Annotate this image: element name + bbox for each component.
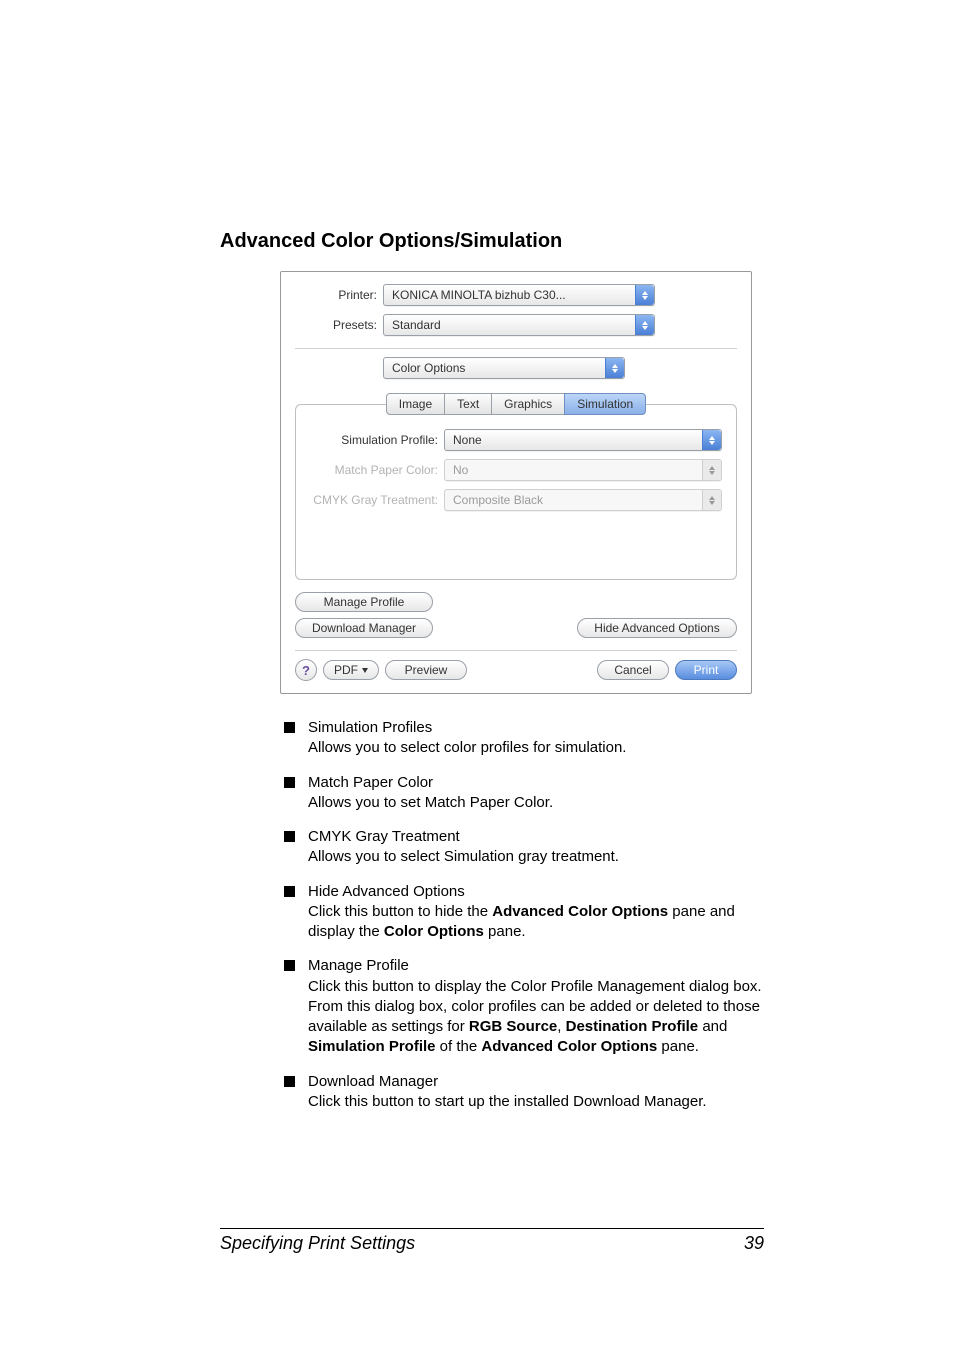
pdf-button[interactable]: PDF — [323, 660, 379, 680]
bullet-item: Download ManagerClick this button to sta… — [284, 1072, 764, 1113]
tab-graphics[interactable]: Graphics — [491, 393, 565, 415]
bullet-title: Simulation Profiles — [308, 718, 764, 738]
footer-page-number: 39 — [744, 1233, 764, 1254]
download-manager-button[interactable]: Download Manager — [295, 618, 433, 638]
bullet-item: Manage ProfileClick this button to displ… — [284, 956, 764, 1057]
sim-profile-select[interactable]: None — [444, 429, 722, 451]
bullet-title: Hide Advanced Options — [308, 882, 764, 902]
bullet-description: Allows you to set Match Paper Color. — [308, 793, 764, 813]
chevron-up-down-icon — [702, 460, 721, 480]
bullet-title: Download Manager — [308, 1072, 764, 1092]
page-footer: Specifying Print Settings 39 — [220, 1228, 764, 1254]
help-button[interactable]: ? — [295, 659, 317, 681]
presets-label: Presets: — [295, 318, 383, 332]
match-paper-value: No — [453, 463, 468, 477]
presets-select-value: Standard — [392, 318, 441, 332]
tab-bar: Image Text Graphics Simulation — [295, 393, 737, 415]
printer-select[interactable]: KONICA MINOLTA bizhub C30... — [383, 284, 655, 306]
manage-profile-button[interactable]: Manage Profile — [295, 592, 433, 612]
separator — [295, 650, 737, 651]
bullet-title: Manage Profile — [308, 956, 764, 976]
chevron-up-down-icon — [605, 358, 624, 378]
print-button[interactable]: Print — [675, 660, 737, 680]
tab-simulation[interactable]: Simulation — [564, 393, 646, 415]
bullet-item: Simulation ProfilesAllows you to select … — [284, 718, 764, 759]
chevron-up-down-icon — [635, 315, 654, 335]
bullet-item: CMYK Gray TreatmentAllows you to select … — [284, 827, 764, 868]
printer-label: Printer: — [295, 288, 383, 302]
preview-button[interactable]: Preview — [385, 660, 467, 680]
presets-select[interactable]: Standard — [383, 314, 655, 336]
chevron-down-icon — [362, 668, 368, 673]
match-paper-select: No — [444, 459, 722, 481]
simulation-panel: Simulation Profile: None Match Paper Col… — [295, 404, 737, 580]
bullet-title: Match Paper Color — [308, 773, 764, 793]
bullet-title: CMYK Gray Treatment — [308, 827, 764, 847]
printer-select-value: KONICA MINOLTA bizhub C30... — [392, 288, 566, 302]
chevron-up-down-icon — [702, 490, 721, 510]
separator — [295, 348, 737, 349]
print-dialog: Printer: KONICA MINOLTA bizhub C30... Pr… — [280, 271, 752, 694]
bullet-description: Click this button to start up the instal… — [308, 1092, 764, 1112]
cmyk-gray-select: Composite Black — [444, 489, 722, 511]
sim-profile-label: Simulation Profile: — [310, 433, 444, 447]
cancel-button[interactable]: Cancel — [597, 660, 669, 680]
pane-select[interactable]: Color Options — [383, 357, 625, 379]
pdf-button-label: PDF — [334, 663, 358, 677]
hide-advanced-button[interactable]: Hide Advanced Options — [577, 618, 737, 638]
bullet-description: Click this button to hide the Advanced C… — [308, 902, 764, 943]
bullet-description: Allows you to select color profiles for … — [308, 738, 764, 758]
bullet-list: Simulation ProfilesAllows you to select … — [284, 718, 764, 1112]
cmyk-gray-label: CMYK Gray Treatment: — [310, 493, 444, 507]
chevron-up-down-icon — [635, 285, 654, 305]
section-heading: Advanced Color Options/Simulation — [220, 230, 764, 253]
tab-text[interactable]: Text — [444, 393, 492, 415]
tab-image[interactable]: Image — [386, 393, 445, 415]
sim-profile-value: None — [453, 433, 482, 447]
bullet-item: Match Paper ColorAllows you to set Match… — [284, 773, 764, 814]
footer-title: Specifying Print Settings — [220, 1233, 415, 1254]
cmyk-gray-value: Composite Black — [453, 493, 543, 507]
match-paper-label: Match Paper Color: — [310, 463, 444, 477]
bullet-item: Hide Advanced OptionsClick this button t… — [284, 882, 764, 943]
bullet-description: Click this button to display the Color P… — [308, 977, 764, 1058]
pane-select-value: Color Options — [392, 361, 465, 375]
bullet-description: Allows you to select Simulation gray tre… — [308, 847, 764, 867]
chevron-up-down-icon — [702, 430, 721, 450]
